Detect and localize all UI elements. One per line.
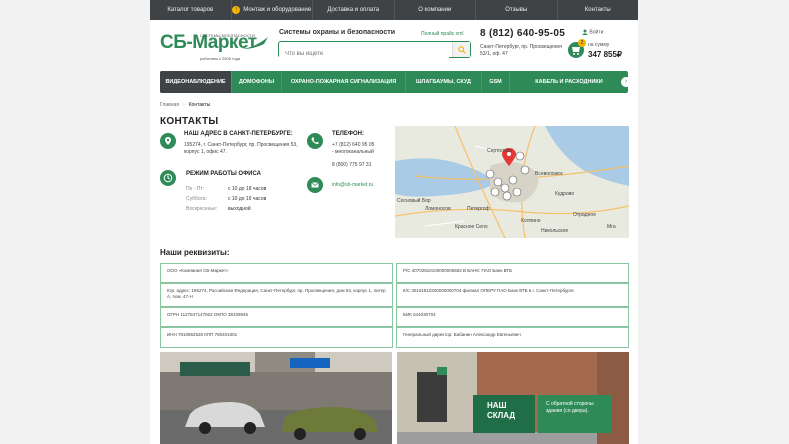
- warehouse-note: С обратной стороны здания (со двора).: [538, 395, 612, 433]
- cart-sum: 347 855₽: [588, 50, 623, 59]
- map-label: Кудрово: [555, 191, 575, 197]
- topnav-about[interactable]: О компании: [395, 0, 476, 20]
- phone-1-note: - многоканальный: [332, 149, 374, 155]
- login-link[interactable]: Войти: [582, 29, 603, 35]
- hours-row: Воскресенье: выходной: [186, 206, 251, 212]
- price-list-link[interactable]: Полный прайс xml: [421, 31, 463, 37]
- nav-fire-alarm[interactable]: ОХРАНО-ПОЖАРНАЯ СИГНАЛИЗАЦИЯ: [282, 71, 406, 93]
- nav-cable[interactable]: КАБЕЛЬ И РАСХОДНИКИ: [510, 71, 628, 93]
- breadcrumb-home[interactable]: Главная: [160, 102, 179, 108]
- nav-gsm[interactable]: GSM: [482, 71, 510, 93]
- phone-title: ТЕЛЕФОН:: [332, 131, 364, 137]
- email-icon: [307, 177, 323, 193]
- map-label: Сосновый Бор: [397, 198, 431, 204]
- location-pin-icon: [160, 133, 176, 149]
- office-photo: [160, 352, 392, 444]
- topnav-reviews[interactable]: Отзывы: [476, 0, 558, 20]
- breadcrumb-separator: ›: [183, 102, 185, 108]
- topnav-delivery[interactable]: Доставка и оплата: [313, 0, 395, 20]
- header-phone[interactable]: 8 (812) 640-95-05: [480, 28, 565, 39]
- logo-swoosh-icon: [242, 37, 268, 49]
- main-navigation: ВИДЕОНАБЛЮДЕНИЕ ДОМОФОНЫ ОХРАНО-ПОЖАРНАЯ…: [160, 71, 628, 93]
- email-link[interactable]: info@sb-market.ru: [332, 182, 373, 189]
- map-label: Колпино: [521, 218, 541, 224]
- top-navigation: Каталог товаров ! Монтаж и оборудование Д…: [150, 0, 638, 20]
- requisite-cell: Юр. адрес: 195274, Российская Федерация,…: [160, 283, 393, 307]
- map-label: Всеволожск: [535, 171, 563, 177]
- topnav-contacts[interactable]: Контакты: [558, 0, 639, 20]
- warning-badge-icon: !: [232, 6, 241, 14]
- nav-video[interactable]: ВИДЕОНАБЛЮДЕНИЕ: [160, 71, 232, 93]
- map-label: Мга: [607, 224, 616, 230]
- search-input[interactable]: [279, 46, 449, 62]
- hours-row: Пн - Пт: с 10 до 18 часов: [186, 186, 267, 192]
- requisite-cell: БИК 044030704: [396, 307, 629, 327]
- logo-since: работаем с 2006 года: [200, 56, 241, 61]
- map-label: Никольское: [541, 228, 569, 234]
- user-icon: [582, 29, 588, 35]
- requisite-cell: ИНН 7810862526 КПП 780401001: [160, 327, 393, 348]
- address-text: 195274, г. Санкт-Петербург, пр. Просвеще…: [184, 142, 298, 155]
- cart-sum-label: на сумму: [588, 42, 610, 48]
- requisite-cell: К/С 30101810200000000704 филиал ОПЕРУ ПА…: [396, 283, 629, 307]
- page-title: КОНТАКТЫ: [160, 116, 219, 127]
- cart-count-badge: 2: [578, 39, 586, 47]
- phone-1[interactable]: +7 (812) 640 95 05: [332, 142, 374, 149]
- search-box: [278, 41, 471, 62]
- nav-intercoms[interactable]: ДОМОФОНЫ: [232, 71, 282, 93]
- requisite-cell: ОГРН 1127847147922 ОКПО 38109946: [160, 307, 393, 327]
- phone-2[interactable]: 8 (800) 775 97 31: [332, 162, 371, 169]
- topnav-catalog[interactable]: Каталог товаров: [150, 0, 232, 20]
- warehouse-badge: НАШ СКЛАД: [473, 395, 535, 433]
- location-map[interactable]: Сертолово Всеволожск Петергоф Красное Се…: [395, 126, 629, 238]
- requisite-cell: Генеральный директор: Бабанин Александр …: [396, 327, 629, 348]
- site-tagline: Системы охраны и безопасности: [279, 29, 395, 36]
- map-label: Красное Село: [455, 224, 488, 230]
- search-button[interactable]: [452, 42, 470, 57]
- cart[interactable]: 2 на сумму 347 855₽: [568, 38, 638, 62]
- map-label: Отрадное: [573, 212, 596, 218]
- search-icon: [457, 45, 466, 54]
- requisite-cell: ООО «Компания СБ-Маркет»: [160, 263, 393, 283]
- requisite-cell: Р/С 40702810100000005582 В БАНК: ПАО Бан…: [396, 263, 629, 283]
- nav-more-button[interactable]: ›: [621, 77, 628, 87]
- nav-barriers[interactable]: ШЛАГБАУМЫ, СКУД: [406, 71, 482, 93]
- map-label: Петергоф: [467, 206, 490, 212]
- map-label: Сертолово: [487, 148, 513, 154]
- address-title: НАШ АДРЕС В САНКТ-ПЕТЕРБУРГЕ:: [184, 131, 293, 137]
- topnav-install[interactable]: ! Монтаж и оборудование: [232, 0, 313, 20]
- header-address: Санкт-Петербург, пр. Просвещения 53/1, о…: [480, 44, 562, 57]
- breadcrumb: Главная › Контакты: [160, 102, 210, 108]
- requisites-title: Наши реквизиты:: [160, 248, 230, 257]
- clock-icon: [160, 170, 176, 186]
- hours-row: Суббота: с 10 до 16 часов: [186, 196, 267, 202]
- phone-icon: [307, 133, 323, 149]
- map-graphic: [395, 126, 629, 238]
- hours-title: РЕЖИМ РАБОТЫ ОФИСА: [186, 171, 262, 177]
- map-label: Ломоносов: [425, 206, 451, 212]
- site-logo[interactable]: СБ-Маркет СИСТЕМЫ БЕЗОПАСНОСТИ работаем …: [160, 33, 270, 63]
- breadcrumb-current: Контакты: [188, 102, 211, 108]
